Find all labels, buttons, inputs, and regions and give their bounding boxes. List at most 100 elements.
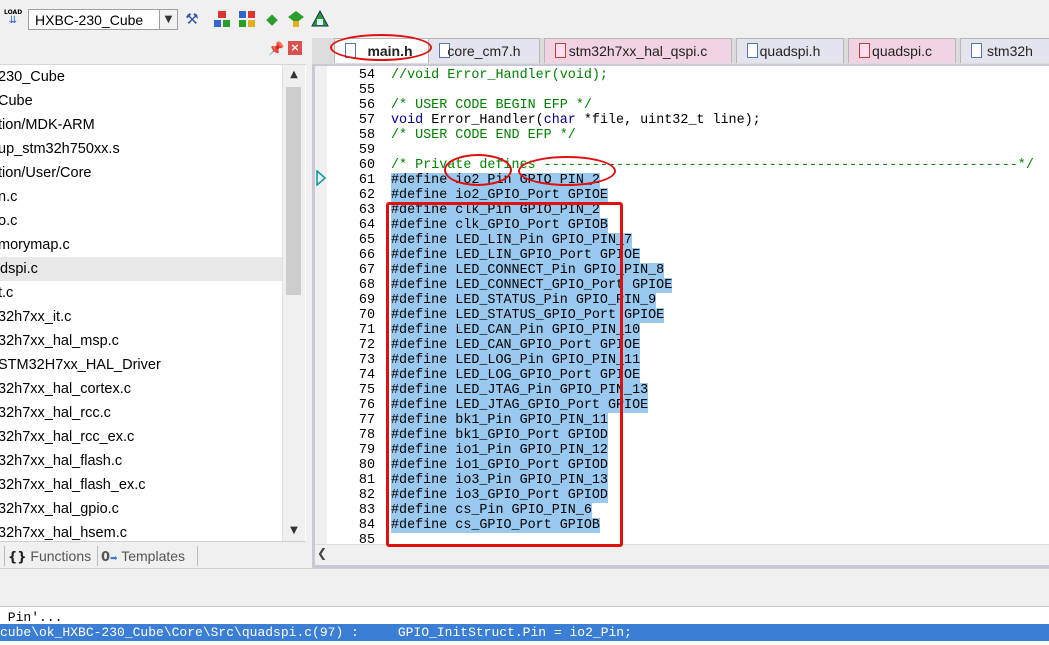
tree-item[interactable]: 32h7xx_hal_cortex.c <box>0 377 131 401</box>
code-line[interactable]: /* USER CODE END EFP */ <box>391 128 576 143</box>
tree-item[interactable]: tion/User/Core <box>0 161 91 185</box>
status-area <box>0 568 1049 607</box>
tree-item[interactable]: 230_Cube <box>0 65 65 89</box>
line-number: 65 <box>358 233 375 248</box>
tab-functions[interactable]: {} Functions <box>8 546 91 566</box>
tab-separator <box>97 546 98 566</box>
tree-item[interactable]: 32h7xx_hal_rcc_ex.c <box>0 425 134 449</box>
close-icon[interactable]: × <box>288 41 302 55</box>
editor-tab-label: quadspi.c <box>872 43 932 59</box>
tree-item[interactable]: 32h7xx_hal_gpio.c <box>0 497 119 521</box>
code-line[interactable]: #define io2_GPIO_Port GPIOE <box>391 188 608 203</box>
tree-item[interactable]: o.c <box>0 209 17 233</box>
select-packs-icon[interactable] <box>287 10 305 28</box>
pin-icon[interactable]: 📌 <box>268 42 284 57</box>
annotation-ellipse-pin <box>444 154 512 186</box>
line-number: 82 <box>358 488 375 503</box>
line-number: 54 <box>358 68 375 83</box>
target-name: HXBC-230_Cube <box>35 12 144 28</box>
tree-item[interactable]: n.c <box>0 185 17 209</box>
tree-item[interactable]: tion/MDK-ARM <box>0 113 95 137</box>
tree-item[interactable]: 32h7xx_hal_msp.c <box>0 329 119 353</box>
code-line[interactable]: //void Error_Handler(void); <box>391 68 608 83</box>
current-line-arrow-icon <box>316 170 326 186</box>
editor-tab-label: quadspi.h <box>759 43 821 59</box>
green-diamond-icon[interactable]: ◆ <box>263 10 281 28</box>
tab-separator <box>4 546 5 566</box>
chevron-down-icon[interactable]: ▼ <box>159 10 177 29</box>
project-panel-header: 📌 × <box>0 38 306 65</box>
line-number: 79 <box>358 443 375 458</box>
output-selected-line[interactable]: cube\ok_HXBC-230_Cube\Core\Src\quadspi.c… <box>0 624 1049 641</box>
scroll-up-icon[interactable]: ▲ <box>283 65 305 85</box>
code-line[interactable]: /* USER CODE BEGIN EFP */ <box>391 98 592 113</box>
editor-tab[interactable]: stm32h <box>960 38 1049 63</box>
tree-item[interactable]: Cube <box>0 89 33 113</box>
run-env-icon[interactable] <box>311 9 329 28</box>
load-icon[interactable]: LOAD ⇊ <box>4 10 22 28</box>
line-number: 61 <box>358 173 375 188</box>
code-keyword: void <box>391 113 424 128</box>
code-keyword: char <box>543 113 576 128</box>
editor-tab[interactable]: quadspi.h <box>736 38 844 63</box>
line-number: 72 <box>358 338 375 353</box>
line-number: 62 <box>358 188 375 203</box>
tree-item[interactable]: 32h7xx_hal_flash.c <box>0 449 122 473</box>
target-options-icon[interactable]: ⚒ <box>183 10 201 28</box>
scroll-down-icon[interactable]: ▼ <box>283 521 305 541</box>
toolbar: LOAD ⇊ HXBC-230_Cube ▼ ⚒ ◆ <box>0 0 1049 39</box>
project-panel-tabs: {} Functions 0➡ Templates <box>0 541 306 569</box>
line-number: 63 <box>358 203 375 218</box>
manage-project-icon[interactable] <box>213 10 231 28</box>
tree-item[interactable]: 32h7xx_it.c <box>0 305 71 329</box>
editor-hscrollbar[interactable]: ❮ <box>315 544 1049 565</box>
tree-item[interactable]: 32h7xx_hal_flash_ex.c <box>0 473 146 497</box>
scrollbar-thumb[interactable] <box>286 87 301 295</box>
code-line[interactable]: void Error_Handler(char *file, uint32_t … <box>391 113 761 128</box>
line-number: 81 <box>358 473 375 488</box>
tab-templates[interactable]: 0➡ Templates <box>101 546 185 566</box>
line-number: 69 <box>358 293 375 308</box>
project-tree-scrollbar[interactable]: ▲ ▼ <box>282 65 305 541</box>
editor-tab-label: stm32h <box>987 43 1033 59</box>
tree-item[interactable]: 32h7xx_hal_rcc.c <box>0 401 111 425</box>
line-number: 80 <box>358 458 375 473</box>
scroll-left-icon[interactable]: ❮ <box>317 546 327 560</box>
tab-separator <box>197 546 198 566</box>
tree-item[interactable]: t.c <box>0 281 13 305</box>
editor-tab[interactable]: stm32h7xx_hal_qspi.c <box>544 38 732 63</box>
editor-tab-label: core_cm7.h <box>447 43 521 59</box>
line-number: 59 <box>358 143 375 158</box>
line-number: 84 <box>358 518 375 533</box>
code-text: Error_Handler( <box>423 113 544 128</box>
tree-item[interactable]: up_stm32h750xx.s <box>0 137 120 161</box>
tree-item[interactable]: 32h7xx_hal_hsem.c <box>0 521 127 541</box>
functions-icon: {} <box>8 550 27 565</box>
editor-gutter <box>315 66 327 544</box>
tree-item[interactable]: STM32H7xx_HAL_Driver <box>0 353 161 377</box>
tree-item[interactable]: morymap.c <box>0 233 70 257</box>
line-number: 70 <box>358 308 375 323</box>
tab-functions-label: Functions <box>30 548 92 564</box>
tree-item[interactable]: dspi.c <box>0 257 282 281</box>
output-line: Pin'... <box>0 610 63 625</box>
project-tree: 230_Cube Cube tion/MDK-ARM up_stm32h750xx.s… <box>0 65 282 541</box>
annotation-rectangle <box>386 202 623 547</box>
target-select[interactable]: HXBC-230_Cube ▼ <box>28 9 178 30</box>
line-number: 60 <box>358 158 375 173</box>
line-number: 75 <box>358 383 375 398</box>
line-number: 56 <box>358 98 375 113</box>
annotation-ellipse-gpio <box>518 156 616 186</box>
code-text: *file, uint32_t line); <box>575 113 761 128</box>
templates-icon: 0➡ <box>101 550 118 565</box>
annotation-ellipse-tab <box>330 34 432 61</box>
line-number: 68 <box>358 278 375 293</box>
output-line-selected-text: cube\ok_HXBC-230_Cube\Core\Src\quadspi.c… <box>0 625 632 640</box>
editor-tab[interactable]: quadspi.c <box>848 38 956 63</box>
pack-installer-icon[interactable] <box>238 10 256 28</box>
line-number: 55 <box>358 83 375 98</box>
editor-tab[interactable]: core_cm7.h <box>428 38 540 63</box>
line-number: 71 <box>358 323 375 338</box>
tab-templates-label: Templates <box>121 548 186 564</box>
line-number: 76 <box>358 398 375 413</box>
